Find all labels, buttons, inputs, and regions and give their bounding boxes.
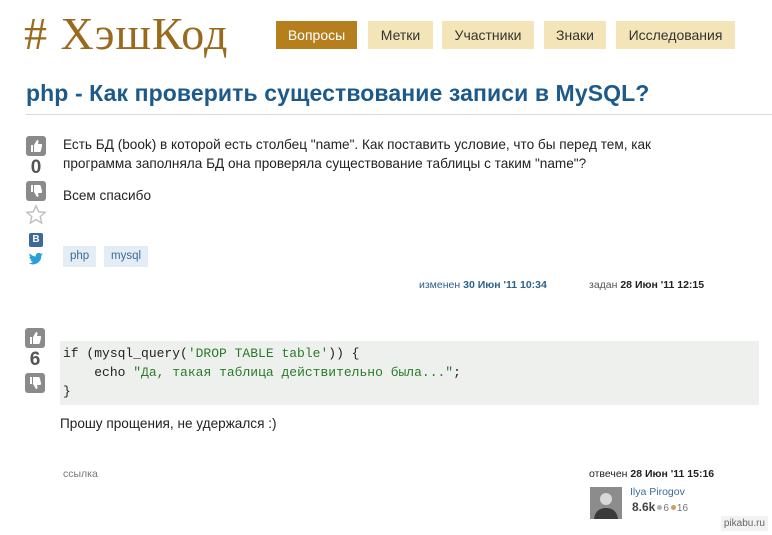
- code-line: echo "Да, такая таблица действительно бы…: [94, 365, 461, 380]
- watermark: pikabu.ru: [720, 516, 768, 531]
- asked-info: задан 28 Июн '11 12:15: [589, 279, 704, 291]
- reputation-score: 8.6k: [632, 500, 656, 514]
- edited-info: изменен 30 Июн '11 10:34: [419, 279, 547, 291]
- answered-label: отвечен: [589, 468, 628, 480]
- nav-tags[interactable]: Метки: [368, 21, 433, 49]
- answer-upvote-button[interactable]: [25, 328, 45, 348]
- title-divider: [26, 114, 772, 115]
- user-name-link[interactable]: Ilya Pirogov: [630, 486, 685, 498]
- share-link[interactable]: ссылка: [63, 468, 98, 480]
- question-vote-count: 0: [30, 157, 42, 178]
- answer-vote-count: 6: [29, 349, 41, 370]
- silver-badge-count: 6: [663, 503, 669, 514]
- nav-questions[interactable]: Вопросы: [276, 21, 357, 49]
- question-thanks: Всем спасибо: [63, 188, 152, 203]
- asked-date: 28 Июн '11 12:15: [620, 279, 705, 291]
- favorite-star-icon[interactable]: [25, 204, 47, 231]
- code-line: }: [63, 384, 71, 399]
- bronze-badge-count: 16: [676, 503, 689, 514]
- code-line: if (mysql_query('DROP TABLE table')) {: [63, 346, 360, 361]
- edited-label: изменен: [419, 279, 461, 291]
- answered-info: отвечен 28 Июн '11 15:16: [589, 468, 714, 480]
- nav-users[interactable]: Участники: [442, 21, 534, 49]
- code-block: if (mysql_query('DROP TABLE table')) { e…: [60, 341, 759, 405]
- downvote-button[interactable]: [26, 181, 46, 201]
- answer-text: Прошу прощения, не удержался :): [60, 416, 277, 431]
- question-title[interactable]: php - Как проверить существование записи…: [26, 80, 649, 107]
- thumbs-down-icon: [30, 377, 42, 389]
- vk-share-icon[interactable]: B: [29, 233, 43, 247]
- nav-research[interactable]: Исследования: [616, 21, 735, 49]
- bronze-badge-icon: [670, 504, 676, 510]
- twitter-share-icon[interactable]: [28, 252, 44, 271]
- thumbs-up-icon: [30, 332, 42, 344]
- thumbs-up-icon: [31, 140, 43, 152]
- silver-badge-icon: [657, 504, 663, 510]
- question-body-line: программа заполняла БД она проверяла сущ…: [63, 156, 587, 171]
- tag-php[interactable]: php: [63, 246, 97, 267]
- thumbs-down-icon: [31, 185, 43, 197]
- answer-downvote-button[interactable]: [25, 373, 45, 393]
- question-body-line: Есть БД (book) в которой есть столбец "n…: [63, 137, 651, 152]
- site-logo[interactable]: # ХэшКод: [24, 8, 228, 60]
- tag-mysql[interactable]: mysql: [104, 246, 149, 267]
- nav-badges[interactable]: Знаки: [544, 21, 606, 49]
- asked-label: задан: [589, 279, 618, 291]
- user-reputation: 8.6k 6 16: [632, 500, 688, 514]
- upvote-button[interactable]: [26, 136, 46, 156]
- answered-date: 28 Июн '11 15:16: [630, 468, 715, 480]
- edited-date-link[interactable]: 30 Июн '11 10:34: [463, 279, 547, 291]
- avatar[interactable]: [590, 487, 622, 519]
